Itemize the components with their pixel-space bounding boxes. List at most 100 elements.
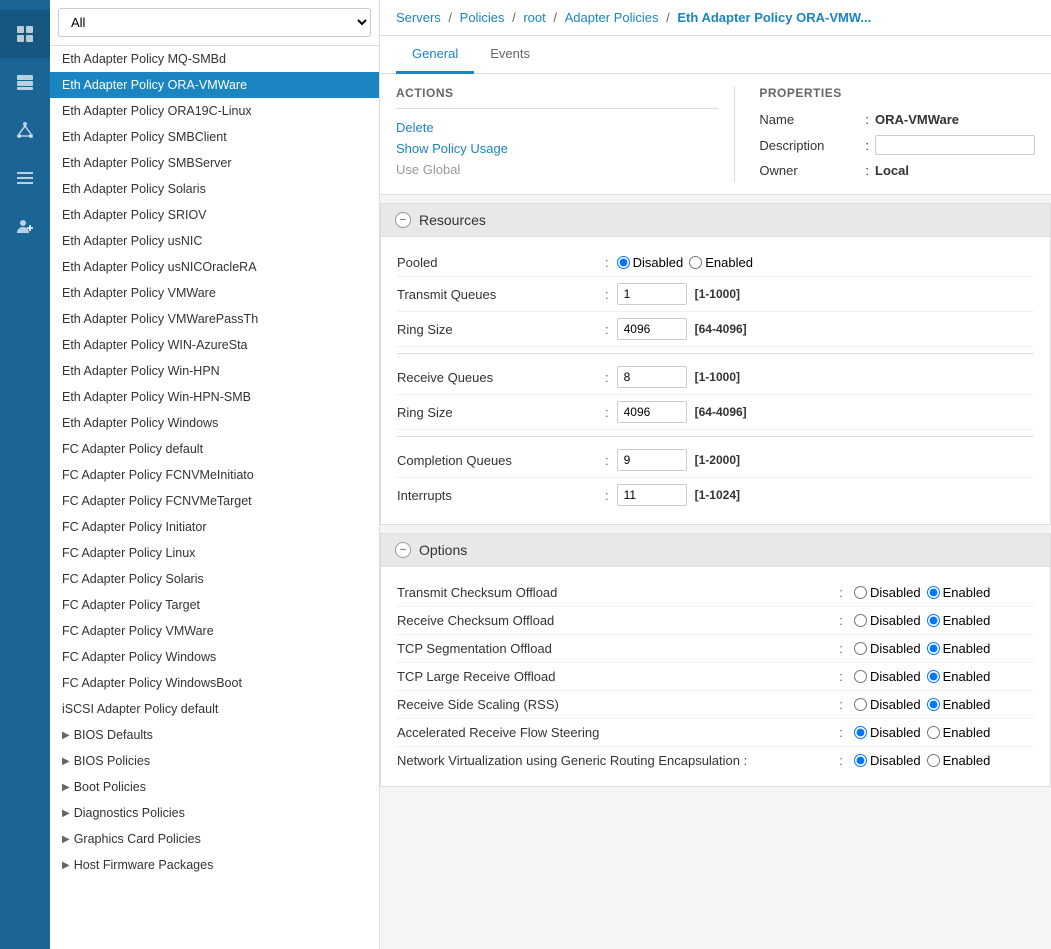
nav-icon-list[interactable] — [0, 154, 50, 202]
resources-title: Resources — [419, 212, 486, 228]
nav-icon-server[interactable] — [0, 58, 50, 106]
ring-tx-range: [64-4096] — [695, 322, 747, 336]
interrupts-input[interactable] — [617, 484, 687, 506]
options-enabled-label-6[interactable]: Enabled — [927, 753, 991, 768]
options-enabled-label-3[interactable]: Enabled — [927, 669, 991, 684]
sidebar-item-24[interactable]: FC Adapter Policy WindowsBoot — [50, 670, 379, 696]
tx-queues-input[interactable] — [617, 283, 687, 305]
sidebar-item-14[interactable]: Eth Adapter Policy Windows — [50, 410, 379, 436]
prop-name-value: ORA-VMWare — [875, 112, 959, 127]
sidebar-group-4[interactable]: ▶Graphics Card Policies — [50, 826, 379, 852]
nav-icon-network[interactable] — [0, 106, 50, 154]
sidebar-item-18[interactable]: FC Adapter Policy Initiator — [50, 514, 379, 540]
pooled-enabled-label[interactable]: Enabled — [689, 255, 753, 270]
sidebar-item-12[interactable]: Eth Adapter Policy Win-HPN — [50, 358, 379, 384]
action-use-global[interactable]: Use Global — [396, 159, 718, 180]
nav-icon-grid[interactable] — [0, 10, 50, 58]
options-enabled-radio-6[interactable] — [927, 754, 940, 767]
options-disabled-radio-0[interactable] — [854, 586, 867, 599]
sidebar-item-19[interactable]: FC Adapter Policy Linux — [50, 540, 379, 566]
sidebar-item-0[interactable]: Eth Adapter Policy MQ-SMBd — [50, 46, 379, 72]
sidebar-item-15[interactable]: FC Adapter Policy default — [50, 436, 379, 462]
sidebar-item-4[interactable]: Eth Adapter Policy SMBServer — [50, 150, 379, 176]
options-label-2: TCP Segmentation Offload — [397, 641, 828, 656]
sidebar-item-23[interactable]: FC Adapter Policy Windows — [50, 644, 379, 670]
options-disabled-label-0[interactable]: Disabled — [854, 585, 921, 600]
sidebar-group-2[interactable]: ▶Boot Policies — [50, 774, 379, 800]
sidebar-filter-select[interactable]: All — [58, 8, 371, 37]
options-enabled-radio-1[interactable] — [927, 614, 940, 627]
sidebar-item-5[interactable]: Eth Adapter Policy Solaris — [50, 176, 379, 202]
sidebar-item-7[interactable]: Eth Adapter Policy usNIC — [50, 228, 379, 254]
sidebar-group-1[interactable]: ▶BIOS Policies — [50, 748, 379, 774]
breadcrumb-current: Eth Adapter Policy ORA-VMW... — [677, 10, 871, 25]
options-disabled-radio-1[interactable] — [854, 614, 867, 627]
options-enabled-label-4[interactable]: Enabled — [927, 697, 991, 712]
options-disabled-radio-4[interactable] — [854, 698, 867, 711]
options-enabled-radio-3[interactable] — [927, 670, 940, 683]
pooled-disabled-label[interactable]: Disabled — [617, 255, 684, 270]
options-enabled-radio-5[interactable] — [927, 726, 940, 739]
prop-desc-input[interactable] — [875, 135, 1035, 155]
sidebar-item-21[interactable]: FC Adapter Policy Target — [50, 592, 379, 618]
breadcrumb-root[interactable]: root — [523, 10, 545, 25]
rx-queues-input[interactable] — [617, 366, 687, 388]
sidebar-item-3[interactable]: Eth Adapter Policy SMBClient — [50, 124, 379, 150]
nav-icon-user[interactable] — [0, 202, 50, 250]
resources-body: Pooled : Disabled Enabled Transmit Queue… — [381, 237, 1050, 524]
options-disabled-radio-3[interactable] — [854, 670, 867, 683]
pooled-enabled-radio[interactable] — [689, 256, 702, 269]
sidebar-item-9[interactable]: Eth Adapter Policy VMWare — [50, 280, 379, 306]
options-disabled-label-5[interactable]: Disabled — [854, 725, 921, 740]
resources-collapse-icon[interactable]: − — [395, 212, 411, 228]
completion-input[interactable] — [617, 449, 687, 471]
options-disabled-radio-6[interactable] — [854, 754, 867, 767]
breadcrumb-policies[interactable]: Policies — [460, 10, 505, 25]
options-enabled-label-2[interactable]: Enabled — [927, 641, 991, 656]
options-disabled-label-1[interactable]: Disabled — [854, 613, 921, 628]
options-enabled-radio-0[interactable] — [927, 586, 940, 599]
sidebar-item-13[interactable]: Eth Adapter Policy Win-HPN-SMB — [50, 384, 379, 410]
rx-queues-value: [1-1000] — [617, 366, 740, 388]
options-disabled-radio-5[interactable] — [854, 726, 867, 739]
sidebar-item-25[interactable]: iSCSI Adapter Policy default — [50, 696, 379, 722]
sidebar-item-2[interactable]: Eth Adapter Policy ORA19C-Linux — [50, 98, 379, 124]
options-disabled-label-3[interactable]: Disabled — [854, 669, 921, 684]
action-show-policy[interactable]: Show Policy Usage — [396, 138, 718, 159]
prop-owner-value: Local — [875, 163, 909, 178]
options-disabled-label-6[interactable]: Disabled — [854, 753, 921, 768]
sidebar-item-10[interactable]: Eth Adapter Policy VMWarePassTh — [50, 306, 379, 332]
breadcrumb-servers[interactable]: Servers — [396, 10, 441, 25]
options-enabled-label-0[interactable]: Enabled — [927, 585, 991, 600]
pooled-disabled-radio[interactable] — [617, 256, 630, 269]
sidebar-group-5[interactable]: ▶Host Firmware Packages — [50, 852, 379, 878]
options-enabled-label-1[interactable]: Enabled — [927, 613, 991, 628]
sidebar-item-20[interactable]: FC Adapter Policy Solaris — [50, 566, 379, 592]
tab-events[interactable]: Events — [474, 36, 546, 74]
sidebar-item-1[interactable]: Eth Adapter Policy ORA-VMWare — [50, 72, 379, 98]
sidebar-item-11[interactable]: Eth Adapter Policy WIN-AzureSta — [50, 332, 379, 358]
sidebar-item-6[interactable]: Eth Adapter Policy SRIOV — [50, 202, 379, 228]
tab-general[interactable]: General — [396, 36, 474, 74]
options-collapse-icon[interactable]: − — [395, 542, 411, 558]
sidebar-group-arrow-0: ▶ — [62, 730, 70, 741]
sidebar-group-3[interactable]: ▶Diagnostics Policies — [50, 800, 379, 826]
sidebar-item-22[interactable]: FC Adapter Policy VMWare — [50, 618, 379, 644]
options-radio-group-3: Disabled Enabled — [854, 669, 1034, 684]
sidebar-item-16[interactable]: FC Adapter Policy FCNVMeInitiato — [50, 462, 379, 488]
options-disabled-label-4[interactable]: Disabled — [854, 697, 921, 712]
options-enabled-label-5[interactable]: Enabled — [927, 725, 991, 740]
options-disabled-label-2[interactable]: Disabled — [854, 641, 921, 656]
options-enabled-radio-4[interactable] — [927, 698, 940, 711]
breadcrumb-adapter-policies[interactable]: Adapter Policies — [565, 10, 659, 25]
resources-divider-2 — [397, 436, 1034, 437]
sidebar-item-17[interactable]: FC Adapter Policy FCNVMeTarget — [50, 488, 379, 514]
sidebar-item-8[interactable]: Eth Adapter Policy usNICOracleRA — [50, 254, 379, 280]
options-disabled-radio-2[interactable] — [854, 642, 867, 655]
options-row-6: Network Virtualization using Generic Rou… — [397, 747, 1034, 774]
ring-tx-input[interactable] — [617, 318, 687, 340]
ring-rx-input[interactable] — [617, 401, 687, 423]
options-enabled-radio-2[interactable] — [927, 642, 940, 655]
action-delete[interactable]: Delete — [396, 117, 718, 138]
sidebar-group-0[interactable]: ▶BIOS Defaults — [50, 722, 379, 748]
